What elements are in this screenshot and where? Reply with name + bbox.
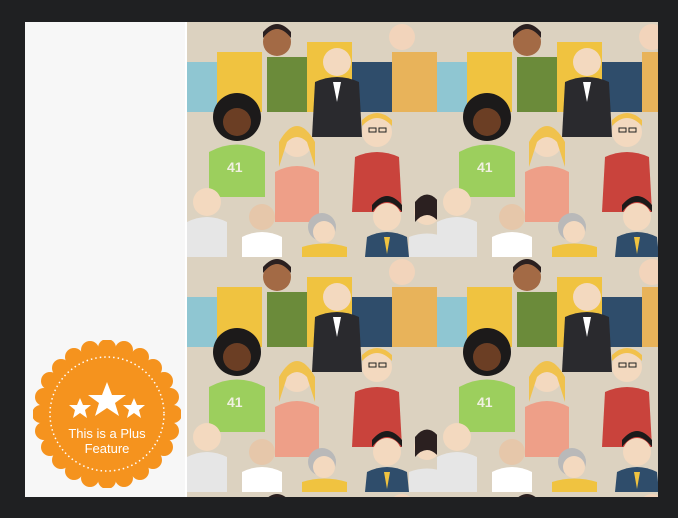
badge-label-line2: Feature <box>84 441 130 456</box>
badge-label: This is a Plus Feature <box>33 426 181 456</box>
badge-label-line1: This is a Plus <box>68 426 146 441</box>
editor-canvas: 41 <box>25 22 662 497</box>
pattern-preview-image[interactable]: 41 <box>187 22 662 497</box>
badge-seal <box>32 339 182 489</box>
plus-feature-badge[interactable]: This is a Plus Feature <box>32 339 182 489</box>
